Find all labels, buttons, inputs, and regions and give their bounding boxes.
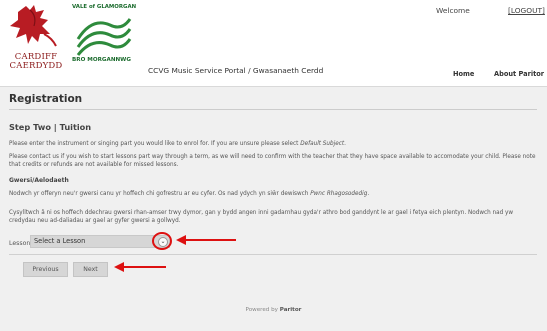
welsh-contact-text: Cysylltwch â ni os hoffech ddechrau gwer… [9,210,514,224]
annotation-arrow-icon [176,235,236,245]
page-header: CARDIFF CAERDYDD VALE of GLAMORGAN BRO M… [0,0,547,87]
annotation-circle [152,232,172,250]
cardiff-council-logo: CARDIFF CAERDYDD [4,4,68,84]
page-title: Registration [9,93,83,105]
welsh-heading: Gwersi/Aelodaeth [9,177,69,184]
next-button[interactable]: Next [73,262,108,277]
vale-logo-bottom-text: BRO MORGANNWG [72,57,131,63]
step-title: Step Two | Tuition [9,122,92,132]
portal-title: CCVG Music Service Portal / Gwasanaeth C… [148,66,324,75]
logout-link[interactable]: [LOGOUT] [508,6,545,15]
previous-button[interactable]: Previous [23,262,68,277]
nav-home-link[interactable]: Home [453,70,474,78]
contact-text: Please contact us if you wish to start l… [9,154,536,168]
title-divider [9,109,537,110]
annotation-arrow-icon [114,262,166,272]
lesson-label: Lesson [9,240,31,247]
pwnc-rhagosodedig-text: Pwnc Rhagosodedig [310,191,368,197]
cardiff-logo-line2: CAERDYDD [9,61,63,71]
registration-panel: Registration Step Two | Tuition Please e… [0,87,547,331]
vale-of-glamorgan-logo: VALE of GLAMORGAN BRO MORGANNWG [72,4,138,76]
powered-by-footer: Powered by Paritor [245,307,302,313]
lesson-select[interactable]: Select a Lesson [30,235,170,248]
powered-brand: Paritor [279,307,302,313]
form-divider [9,254,537,255]
instruction-text: Please enter the instrument or singing p… [9,141,346,147]
welcome-text: Welcome [436,6,470,15]
default-subject-text: Default Subject [300,141,345,147]
nav-about-link[interactable]: About Paritor [494,70,544,78]
vale-logo-top-text: VALE of GLAMORGAN [72,4,137,10]
welsh-instruction-text: Nodwch yr offeryn neu'r gwersi canu yr h… [9,191,370,197]
